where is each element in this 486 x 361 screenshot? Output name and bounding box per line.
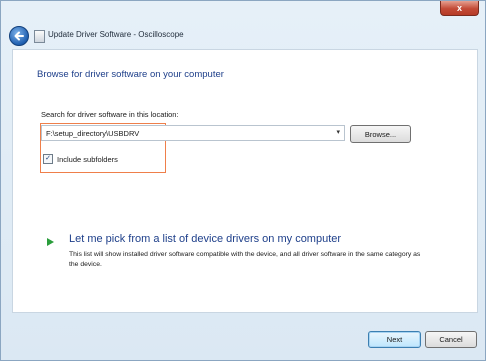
button-bar: Next Cancel (1, 314, 485, 361)
window-title: Update Driver Software - Oscilloscope (48, 30, 184, 39)
page-title: Browse for driver software on your compu… (37, 69, 224, 80)
include-subfolders-checkbox[interactable]: ✓ (43, 154, 53, 164)
back-arrow-glyph (14, 31, 24, 41)
path-value: F:\setup_directory\USBDRV (46, 129, 140, 138)
title-bar: Update Driver Software - Oscilloscope (1, 1, 485, 47)
device-icon (34, 30, 45, 43)
include-subfolders-row[interactable]: ✓ Include subfolders (43, 154, 118, 164)
close-button[interactable]: x (440, 1, 479, 16)
update-driver-window: Update Driver Software - Oscilloscope x … (0, 0, 486, 361)
pick-from-list-link[interactable]: Let me pick from a list of device driver… (69, 233, 341, 245)
next-button[interactable]: Next (368, 331, 421, 348)
chevron-down-icon[interactable]: ▾ (336, 128, 340, 136)
include-subfolders-label[interactable]: Include subfolders (57, 155, 118, 164)
back-arrow-icon[interactable] (9, 26, 29, 46)
content-panel: Browse for driver software on your compu… (12, 49, 478, 313)
search-location-label: Search for driver software in this locat… (41, 110, 179, 119)
browse-button[interactable]: Browse... (350, 125, 411, 143)
green-arrow-icon (47, 238, 54, 246)
path-combobox[interactable]: F:\setup_directory\USBDRV ▾ (41, 125, 345, 141)
pick-from-list-description: This list will show installed driver sof… (69, 251, 421, 268)
cancel-button[interactable]: Cancel (425, 331, 477, 348)
close-icon: x (456, 3, 462, 13)
